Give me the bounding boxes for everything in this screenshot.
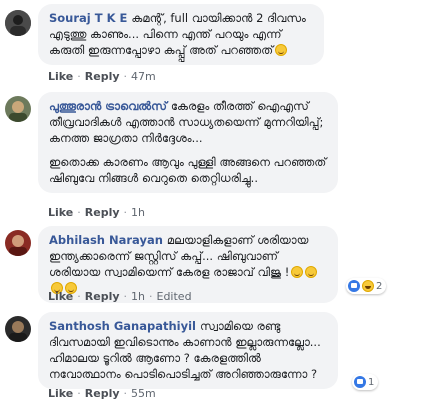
edited-label[interactable]: Edited <box>157 290 192 303</box>
like-link[interactable]: Like <box>48 387 73 400</box>
comment-actions: Like · Reply · 1h · Edited <box>48 290 192 303</box>
comment-timestamp[interactable]: 1h <box>131 206 145 219</box>
comment-timestamp[interactable]: 1h <box>131 290 145 303</box>
comment-bubble: Souraj T K E കമന്റ്, full വായിക്കാൻ 2 ദിവ… <box>38 4 324 65</box>
comment-author[interactable]: Santhosh Ganapathiyil <box>49 319 196 333</box>
comment-actions: Like · Reply · 47m <box>48 70 156 83</box>
reply-link[interactable]: Reply <box>85 206 120 219</box>
like-link[interactable]: Like <box>48 290 73 303</box>
comment-author[interactable]: Abhilash Narayan <box>49 233 163 247</box>
laughing-emoji-icon <box>305 266 318 278</box>
comment-timestamp[interactable]: 55m <box>131 387 156 400</box>
avatar[interactable] <box>5 10 31 36</box>
comment-timestamp[interactable]: 47m <box>131 70 156 83</box>
comment-actions: Like · Reply · 1h <box>48 206 145 219</box>
like-link[interactable]: Like <box>48 206 73 219</box>
smile-emoji-icon <box>275 44 288 56</box>
haha-reaction-icon <box>362 280 374 292</box>
reply-link[interactable]: Reply <box>85 387 120 400</box>
comment-actions: Like · Reply · 55m <box>48 387 156 400</box>
comment-text: ഇതൊക്ക കാരണം ആവും പുള്ളി അങ്ങനെ പറഞ്ഞത് … <box>49 155 327 185</box>
laughing-emoji-icon <box>291 266 304 278</box>
comment-author[interactable]: Souraj T K E <box>49 11 127 25</box>
avatar[interactable] <box>5 96 31 122</box>
reply-link[interactable]: Reply <box>85 290 120 303</box>
reaction-count: 2 <box>376 280 383 292</box>
like-link[interactable]: Like <box>48 70 73 83</box>
like-reaction-icon <box>348 280 360 292</box>
comment-bubble: Santhosh Ganapathiyil സ്വാമിയെ രണ്ടു ദിവസ… <box>38 312 338 389</box>
reply-link[interactable]: Reply <box>85 70 120 83</box>
reaction-count: 1 <box>368 376 375 388</box>
like-reaction-icon <box>354 376 366 388</box>
reaction-summary[interactable]: 2 <box>346 278 387 294</box>
avatar[interactable] <box>5 316 31 342</box>
avatar[interactable] <box>5 230 31 256</box>
comment-author[interactable]: പുത്തൂരാൻ ട്രാവെൽസ് <box>49 99 167 113</box>
reaction-summary[interactable]: 1 <box>352 374 379 390</box>
comment-bubble: പുത്തൂരാൻ ട്രാവെൽസ് കേരളം തീരത്ത് ഐഎസ് തീ… <box>38 92 338 193</box>
